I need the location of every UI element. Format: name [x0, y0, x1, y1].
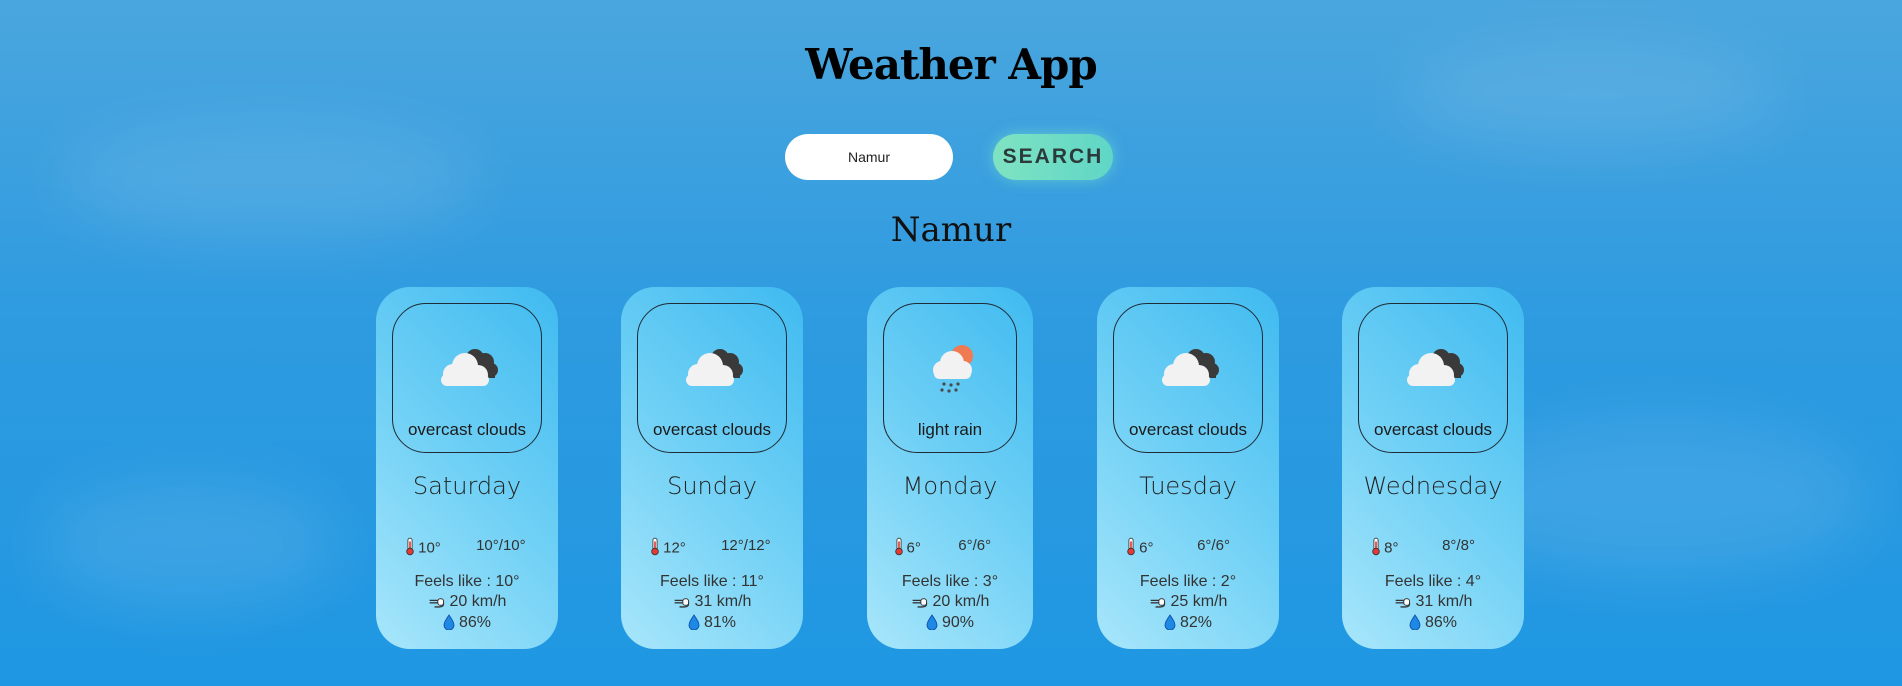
- current-temperature: 8°: [1371, 537, 1398, 560]
- wind-icon: [911, 595, 929, 614]
- wind-value: 31 km/h: [694, 593, 752, 610]
- city-search-input[interactable]: [785, 134, 953, 180]
- feels-like: Feels like : 2°: [1139, 573, 1237, 590]
- humidity-drop-icon: [443, 614, 455, 635]
- humidity-value: 82%: [1179, 614, 1213, 631]
- min-max-temperature: 6°/6°: [1197, 537, 1230, 554]
- thermometer-icon: [1371, 537, 1381, 560]
- weather-icon-box: light rain: [883, 303, 1017, 453]
- day-name: Monday: [902, 472, 998, 500]
- background-cloud: [40, 480, 340, 610]
- day-name: Wednesday: [1363, 472, 1503, 500]
- weather-description: light rain: [917, 420, 983, 439]
- min-max-temperature: 6°/6°: [958, 537, 992, 554]
- weather-description: overcast clouds: [1373, 420, 1493, 439]
- forecast-card: overcast clouds Saturday 10° 10°/10° Fee…: [376, 287, 558, 649]
- wind-speed: 25 km/h: [1097, 593, 1279, 614]
- weather-icon-box: overcast clouds: [392, 303, 542, 453]
- city-name: Namur: [890, 210, 1012, 250]
- humidity-drop-icon: [926, 614, 938, 635]
- forecast-card: overcast clouds Wednesday 8° 8°/8° Feels…: [1342, 287, 1524, 649]
- temperature-value: 6°: [1139, 539, 1154, 557]
- current-temperature: 10°: [405, 537, 441, 560]
- feels-like: Feels like : 4°: [1384, 573, 1482, 590]
- thermometer-icon: [894, 537, 904, 560]
- min-max-temperature: 12°/12°: [721, 537, 771, 554]
- feels-like: Feels like : 10°: [414, 573, 520, 590]
- forecast-card: overcast clouds Sunday 12° 12°/12° Feels…: [621, 287, 803, 649]
- overcast-clouds-icon: [1152, 344, 1224, 394]
- weather-icon-box: overcast clouds: [1358, 303, 1508, 453]
- humidity: 81%: [621, 614, 803, 635]
- humidity: 82%: [1097, 614, 1279, 635]
- wind-value: 31 km/h: [1415, 593, 1473, 610]
- wind-icon: [1394, 595, 1412, 614]
- light-rain-icon: [914, 344, 986, 394]
- search-button[interactable]: SEARCH: [993, 134, 1113, 180]
- wind-value: 20 km/h: [932, 593, 990, 610]
- humidity-value: 86%: [458, 614, 492, 631]
- current-temperature: 6°: [1126, 537, 1153, 560]
- temperature-value: 6°: [906, 539, 921, 557]
- temperature-value: 8°: [1384, 539, 1399, 557]
- humidity-drop-icon: [688, 614, 700, 635]
- thermometer-icon: [1126, 537, 1136, 560]
- feels-like: Feels like : 11°: [660, 573, 764, 590]
- app-title: Weather App: [805, 40, 1097, 89]
- humidity-value: 90%: [941, 614, 975, 631]
- forecast-card: overcast clouds Tuesday 6° 6°/6° Feels l…: [1097, 287, 1279, 649]
- weather-description: overcast clouds: [407, 420, 527, 439]
- current-temperature: 6°: [894, 537, 921, 560]
- wind-icon: [673, 595, 691, 614]
- weather-icon-box: overcast clouds: [1113, 303, 1263, 453]
- thermometer-icon: [650, 537, 660, 560]
- temperature-value: 10°: [418, 539, 441, 557]
- wind-icon: [428, 595, 446, 614]
- humidity-value: 81%: [703, 614, 737, 631]
- humidity-drop-icon: [1164, 614, 1176, 635]
- overcast-clouds-icon: [431, 344, 503, 394]
- humidity: 86%: [1342, 614, 1524, 635]
- wind-speed: 31 km/h: [1342, 593, 1524, 614]
- wind-value: 20 km/h: [449, 593, 507, 610]
- day-name: Saturday: [412, 472, 522, 500]
- humidity-drop-icon: [1409, 614, 1421, 635]
- weather-description: overcast clouds: [1128, 420, 1248, 439]
- humidity: 86%: [376, 614, 558, 635]
- wind-speed: 20 km/h: [867, 593, 1033, 614]
- weather-description: overcast clouds: [652, 420, 772, 439]
- day-name: Tuesday: [1139, 472, 1237, 500]
- wind-speed: 20 km/h: [376, 593, 558, 614]
- thermometer-icon: [405, 537, 415, 560]
- current-temperature: 12°: [650, 537, 686, 560]
- overcast-clouds-icon: [1397, 344, 1469, 394]
- wind-speed: 31 km/h: [621, 593, 803, 614]
- min-max-temperature: 10°/10°: [476, 537, 526, 554]
- day-name: Sunday: [667, 472, 757, 500]
- overcast-clouds-icon: [676, 344, 748, 394]
- wind-icon: [1149, 595, 1167, 614]
- humidity-value: 86%: [1424, 614, 1458, 631]
- min-max-temperature: 8°/8°: [1442, 537, 1475, 554]
- wind-value: 25 km/h: [1170, 593, 1228, 610]
- weather-icon-box: overcast clouds: [637, 303, 787, 453]
- feels-like: Feels like : 3°: [901, 573, 999, 590]
- forecast-card: light rain Monday 6° 6°/6° Feels like : …: [867, 287, 1033, 649]
- humidity: 90%: [867, 614, 1033, 635]
- temperature-value: 12°: [663, 539, 686, 557]
